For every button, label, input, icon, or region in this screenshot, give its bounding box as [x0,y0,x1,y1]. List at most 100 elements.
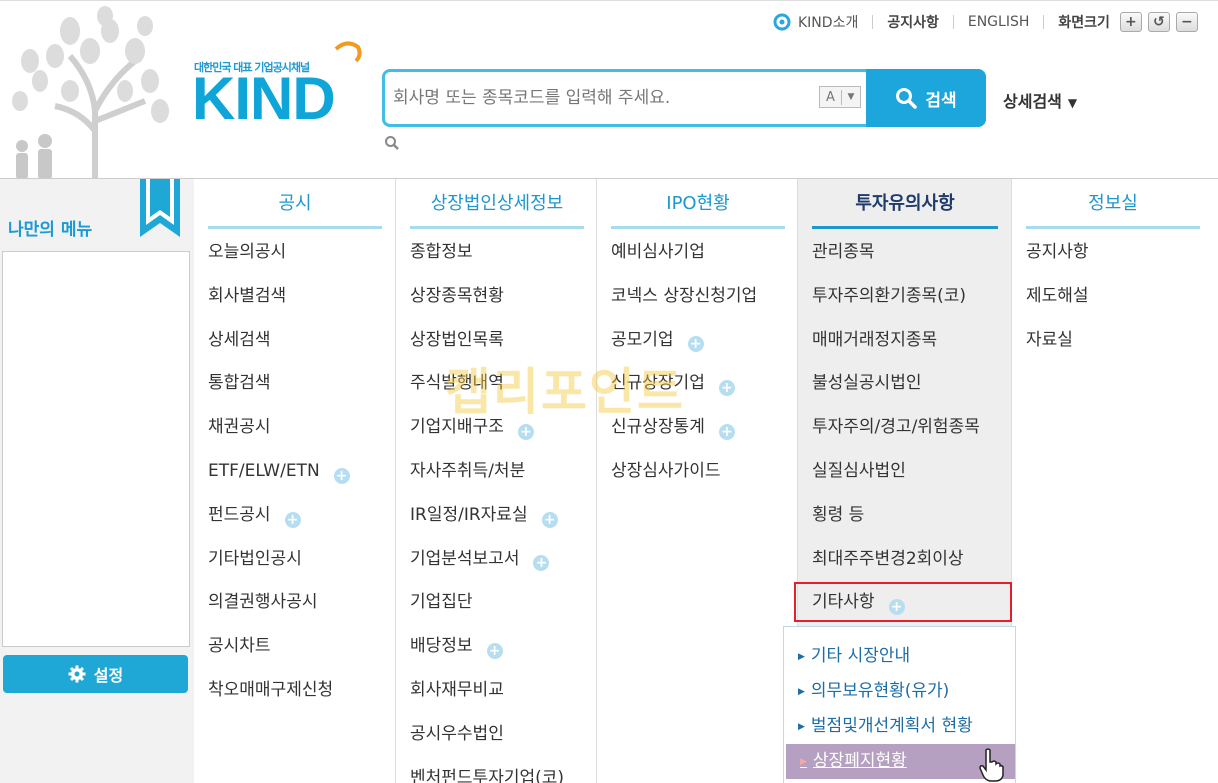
menu-item[interactable]: 오늘의공시 [208,231,350,275]
bullet-icon: ▶ [798,652,805,662]
menu-item[interactable]: 공지사항 [1026,231,1089,275]
menu-item[interactable]: 공시우수법인 [410,713,564,757]
kind-globe-icon [773,13,791,31]
expand-plus-icon[interactable]: + [333,467,350,484]
font-select[interactable]: A ▼ [819,86,861,108]
kind-about-link[interactable]: KIND소개 [798,12,858,32]
menu-item[interactable]: 실질심사법인 [812,450,980,494]
zoom-out-button[interactable]: − [1175,12,1198,32]
search-button-label: 검색 [925,90,957,111]
bullet-icon: ▶ [798,687,805,697]
expand-plus-icon[interactable]: + [517,424,534,441]
menu-item[interactable]: 기타법인공시 [208,538,350,582]
divider [952,15,954,29]
menu-item[interactable]: IR일정/IR자료실 + [410,494,564,538]
menu-item[interactable]: 매매거래정지종목 [812,319,980,363]
menu-item[interactable]: 예비심사기업 [611,231,757,275]
header: 대한민국 대표 기업공시채널 KIND A ▼ 검색 상세검색 ▼ KIND소개 … [0,0,1218,179]
gear-icon [68,665,86,683]
menu-item[interactable]: 상장종목현황 [410,275,564,319]
mega-menu: 공시 오늘의공시 회사별검색 상세검색 통합검색 채권공시 ETF/ELW/ET… [194,178,1218,783]
menu-head-info-room[interactable]: 정보실 [1026,179,1200,229]
menu-item[interactable]: 제도해설 [1026,275,1089,319]
menu-item[interactable]: 벤처펀드투자기업(코) [410,757,564,783]
menu-item[interactable]: 착오매매구제신청 [208,669,350,713]
menu-item[interactable]: 투자주의환기종목(코) [812,275,980,319]
menu-item[interactable]: 채권공시 [208,406,350,450]
menu-item[interactable]: 자사주취득/처분 [410,450,564,494]
expand-plus-icon[interactable]: + [718,424,735,441]
search-icon[interactable] [384,135,400,151]
search-icon [896,88,918,109]
settings-label: 설정 [93,666,124,685]
zoom-in-button[interactable]: + [1119,12,1142,32]
expand-plus-icon[interactable]: + [718,380,735,397]
menu-item[interactable]: ETF/ELW/ETN + [208,450,350,494]
menu-item[interactable]: 신규상장통계 + [611,406,757,450]
menu-item[interactable]: 공시차트 [208,625,350,669]
menu-item[interactable]: 코넥스 상장신청기업 [611,275,757,319]
menu-column-info-room: 정보실 공지사항 제도해설 자료실 [1012,179,1218,783]
expand-plus-icon[interactable]: + [541,511,558,528]
zoom-label: 화면크기 [1058,15,1110,31]
menu-item[interactable]: 상장법인목록 [410,319,564,363]
menu-item[interactable]: 기업지배구조 + [410,406,564,450]
menu-head-ipo[interactable]: IPO현황 [611,179,785,229]
my-menu-list [2,251,190,647]
kind-logo[interactable]: 대한민국 대표 기업공시채널 KIND [192,39,364,131]
bullet-icon: ▶ [798,722,805,732]
settings-button[interactable]: 설정 [3,655,188,693]
menu-item[interactable]: 종합정보 [410,231,564,275]
font-select-value: A [820,89,842,105]
menu-item[interactable]: 자료실 [1026,319,1089,363]
submenu-item[interactable]: ▶ 의무보유현황(유가) [784,674,1015,709]
menu-item[interactable]: 펀드공시 + [208,494,350,538]
my-menu-title: 나만의 메뉴 [8,220,93,240]
zoom-reset-button[interactable]: ↺ [1147,12,1170,32]
chevron-down-icon: ▼ [847,92,855,102]
menu-item[interactable]: 상세검색 [208,319,350,363]
highlight-outline [794,582,1012,622]
divider [1043,15,1045,29]
triangle-down-icon: ▼ [1067,96,1078,110]
tree-illustration [12,6,169,179]
expand-plus-icon[interactable]: + [284,511,301,528]
menu-item[interactable]: 회사별검색 [208,275,350,319]
notice-link[interactable]: 공지사항 [887,12,939,32]
menu-item[interactable]: 공모기업 + [611,319,757,363]
menu-head-disclosure[interactable]: 공시 [208,179,382,229]
menu-item[interactable]: 신규상장기업 + [611,362,757,406]
search-bar: A ▼ 검색 [382,69,986,127]
menu-head-investor-caution[interactable]: 투자유의사항 [812,179,998,229]
menu-item[interactable]: 배당정보 + [410,625,564,669]
menu-item[interactable]: 관리종목 [812,231,980,275]
menu-column-ipo: IPO현황 예비심사기업 코넥스 상장신청기업 공모기업 + 신규상장기업 + 신규… [597,179,798,783]
divider [872,15,874,29]
menu-item[interactable]: 통합검색 [208,362,350,406]
bookmark-icon [140,179,180,237]
menu-item[interactable]: 불성실공시법인 [812,362,980,406]
utility-nav: KIND소개 공지사항 ENGLISH 화면크기 + ↺ − [772,11,1198,33]
menu-item[interactable]: 투자주의/경고/위험종목 [812,406,980,450]
menu-item[interactable]: 주식발행내역 [410,362,564,406]
menu-item[interactable]: 최대주주변경2회이상 [812,538,980,582]
search-input[interactable] [393,80,813,116]
menu-item[interactable]: 횡령 등 [812,494,980,538]
menu-item[interactable]: 기업집단 [410,581,564,625]
search-button[interactable]: 검색 [866,69,986,127]
hand-cursor-icon [979,748,1004,782]
menu-item[interactable]: 의결권행사공시 [208,581,350,625]
submenu-item[interactable]: ▶ 기타 시장안내 [784,639,1015,674]
detail-search-link[interactable]: 상세검색 ▼ [1003,88,1077,112]
menu-head-company-info[interactable]: 상장법인상세정보 [410,179,584,229]
expand-plus-icon[interactable]: + [533,555,550,572]
english-link[interactable]: ENGLISH [968,14,1030,30]
menu-item[interactable]: 상장심사가이드 [611,450,757,494]
menu-column-company-info: 상장법인상세정보 종합정보 상장종목현황 상장법인목록 주식발행내역 기업지배구… [396,179,597,783]
bullet-icon: ▶ [800,757,807,767]
menu-item[interactable]: 기업분석보고서 + [410,538,564,582]
menu-item[interactable]: 회사재무비교 [410,669,564,713]
expand-plus-icon[interactable]: + [486,643,503,660]
submenu-item[interactable]: ▶ 벌점및개선계획서 현황 [784,709,1015,744]
expand-plus-icon[interactable]: + [687,336,704,353]
